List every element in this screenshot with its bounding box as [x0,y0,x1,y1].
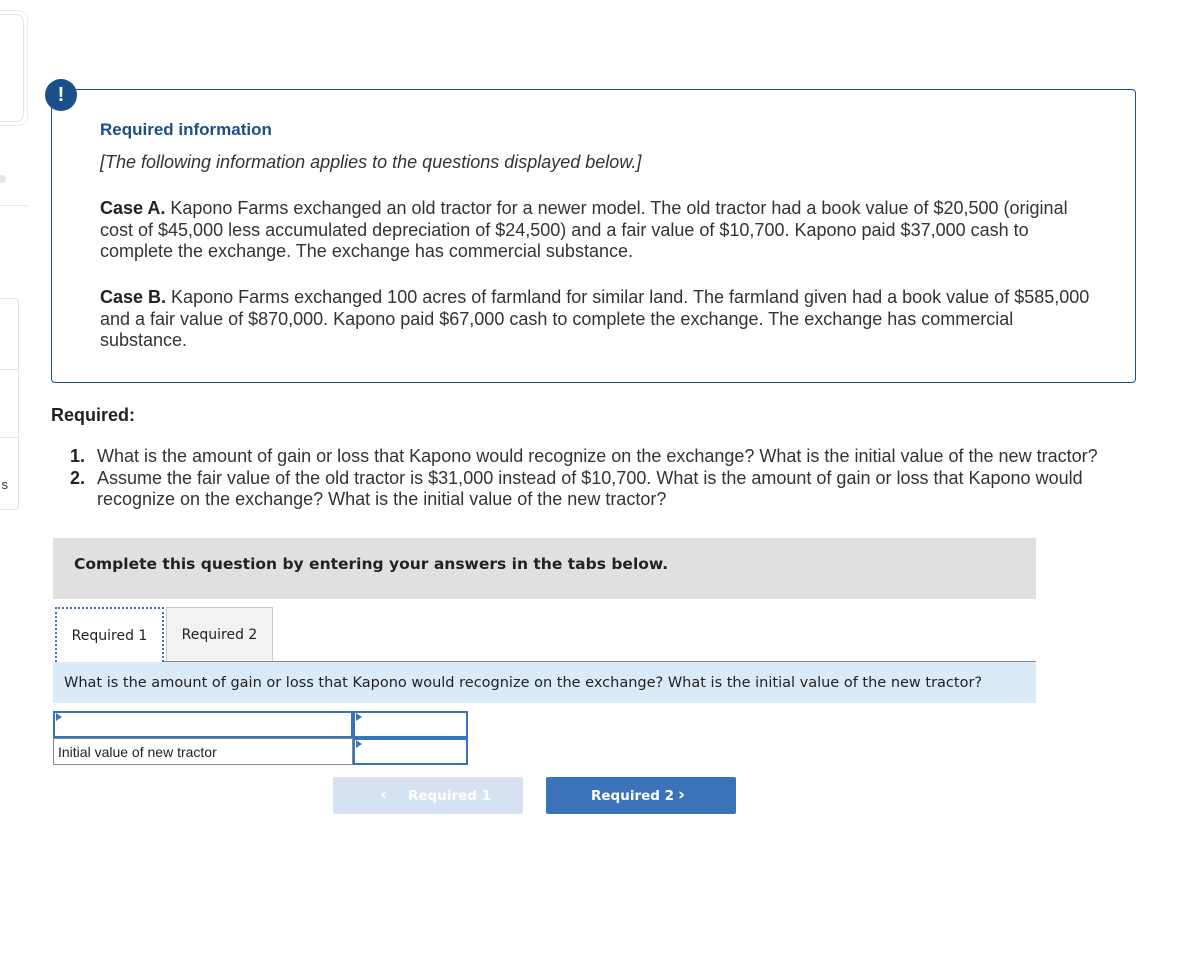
info-note: [The following information applies to th… [100,152,642,172]
case-b-text: Kapono Farms exchanged 100 acres of farm… [100,287,1090,350]
instruction-bar: Complete this question by entering your … [53,538,1036,599]
required-item-number: 2. [70,467,86,488]
tab-label: Required 2 [181,627,258,643]
initial-value-label: Initial value of new tractor [53,738,353,765]
next-required-button[interactable]: Required 2 › [546,777,736,814]
side-panel-divider [0,205,28,206]
gain-loss-amount-input[interactable] [353,711,468,738]
prev-button-label: Required 1 [408,788,492,804]
required-item: 1. What is the amount of gain or loss th… [70,446,1150,468]
question-text: What is the amount of gain or loss that … [64,675,983,691]
initial-value-input[interactable] [353,738,468,765]
tab-required-1[interactable]: Required 1 [55,607,164,662]
case-b-paragraph: Case B. Kapono Farms exchanged 100 acres… [100,287,1090,352]
question-bar: What is the amount of gain or loss that … [53,662,1036,703]
tab-label: Required 1 [71,628,148,644]
side-panel-nav[interactable]: s [0,298,19,510]
case-b-label: Case B. [100,287,167,307]
side-panel-divider [0,437,18,438]
required-heading: Required: [51,405,136,425]
next-button-label: Required 2 [591,788,675,804]
input-flag-icon [356,740,362,748]
required-item-text: What is the amount of gain or loss that … [97,446,1098,466]
gain-loss-label-select[interactable] [53,711,353,738]
input-flag-icon [356,713,362,721]
exclamation-icon: ! [45,79,77,111]
side-panel-divider [0,369,18,370]
chevron-left-icon: ‹ [380,785,388,805]
required-list: 1. What is the amount of gain or loss th… [70,446,1150,511]
chevron-right-icon: › [678,785,686,805]
case-a-label: Case A. [100,198,166,218]
tab-required-2[interactable]: Required 2 [166,607,273,662]
case-a-text: Kapono Farms exchanged an old tractor fo… [100,198,1068,261]
side-panel-handle [0,175,6,183]
side-panel-label: s [1,477,9,492]
input-flag-icon [56,713,62,721]
required-info-title: Required information [100,120,272,139]
side-panel-card[interactable] [0,14,24,122]
instruction-text: Complete this question by entering your … [74,555,669,573]
prev-required-button[interactable]: ‹ Required 1 [333,777,523,814]
required-item: 2. Assume the fair value of the old trac… [70,468,1150,511]
case-a-paragraph: Case A. Kapono Farms exchanged an old tr… [100,198,1090,263]
required-item-text: Assume the fair value of the old tractor… [97,467,1083,510]
required-item-number: 1. [70,446,86,466]
